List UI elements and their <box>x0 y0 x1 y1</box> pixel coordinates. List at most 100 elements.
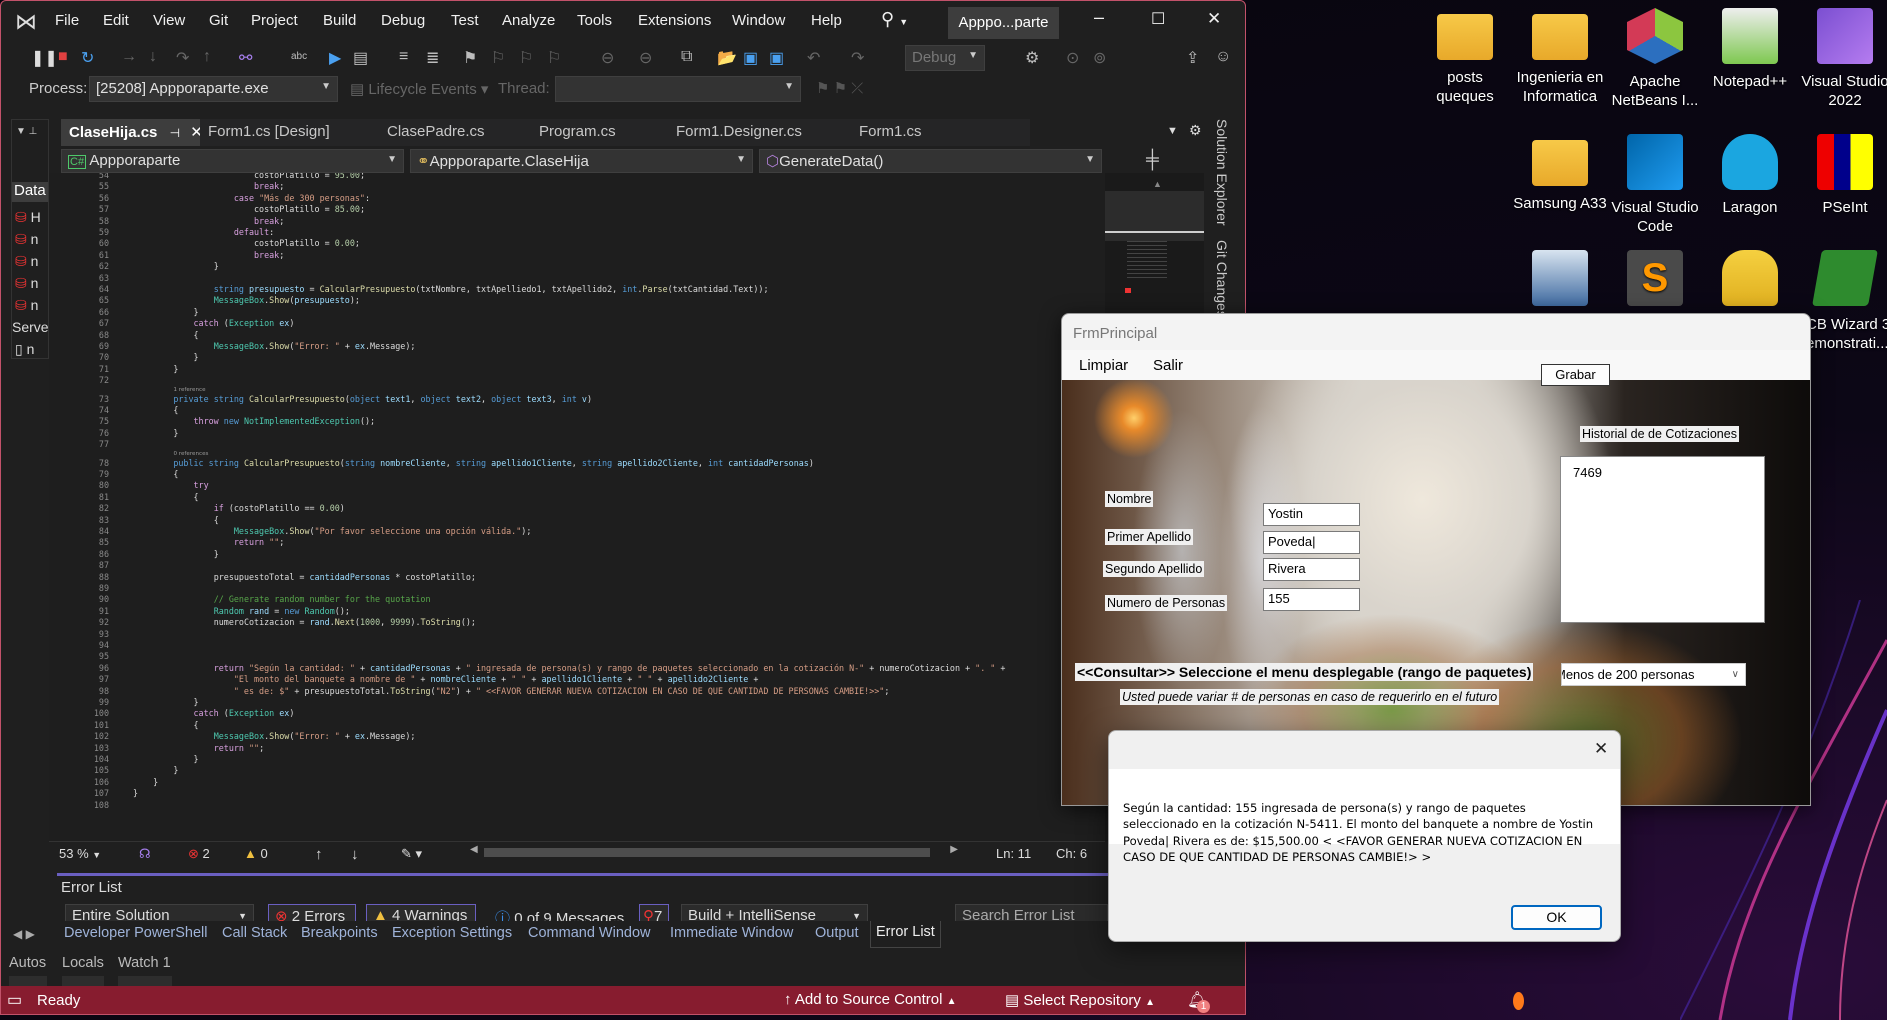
code-line[interactable]: 70 } <box>49 352 1105 363</box>
code-line[interactable]: 107} <box>49 788 1105 799</box>
code-line[interactable]: 71 } <box>49 364 1105 375</box>
code-line[interactable]: 58 break; <box>49 216 1105 227</box>
menu-view[interactable]: View <box>153 12 185 29</box>
member-dropdown[interactable]: ⬡GenerateData() ▼ <box>759 149 1102 173</box>
code-line[interactable]: 66 } <box>49 307 1105 318</box>
data-source-item[interactable]: ⛁ n <box>15 294 48 316</box>
primer-apellido-input[interactable]: Poveda| <box>1263 531 1360 554</box>
attach-icon[interactable]: ⊙ <box>1066 48 1079 68</box>
menu-build[interactable]: Build <box>323 12 356 29</box>
diagnostics-icon[interactable]: ⊚ <box>1093 48 1106 68</box>
tab-developer-powershell[interactable]: Developer PowerShell <box>64 925 207 941</box>
code-line[interactable]: 82 if (costoPlatillo == 0.00) <box>49 503 1105 514</box>
code-editor[interactable]: 54 costoPlatillo = 95.00; 55 break; 56 cas… <box>49 173 1105 841</box>
code-line[interactable]: 90 // Generate random number for the quo… <box>49 594 1105 605</box>
menu-salir[interactable]: Salir <box>1153 357 1183 374</box>
menu-window[interactable]: Window <box>732 12 785 29</box>
git-changes-tab[interactable]: Git Changes <box>1214 240 1230 318</box>
feedback-icon[interactable]: ☺ <box>1215 48 1231 66</box>
select-element-icon[interactable]: ▶ <box>329 48 341 68</box>
redo-icon[interactable]: ↷ <box>851 48 864 68</box>
step-out-icon[interactable]: ↑ <box>203 48 211 66</box>
code-lens-references[interactable]: 1 reference <box>173 387 205 394</box>
code-line[interactable]: 67 catch (Exception ex) <box>49 318 1105 329</box>
code-line[interactable]: 55 break; <box>49 181 1105 192</box>
code-line[interactable]: 108 <box>49 800 1105 811</box>
data-source-item[interactable]: ⛁ n <box>15 228 48 250</box>
menu-extensions[interactable]: Extensions <box>638 12 711 29</box>
restart-icon[interactable]: ↻ <box>81 48 94 68</box>
code-line[interactable]: 60 costoPlatillo = 0.00; <box>49 238 1105 249</box>
tab-command-window[interactable]: Command Window <box>528 925 651 941</box>
code-line[interactable]: 84 MessageBox.Show("Por favor seleccione… <box>49 526 1105 537</box>
tab-overflow-icon[interactable]: ▼ <box>1167 125 1178 137</box>
navigate-back-icon[interactable]: ⊖ <box>601 48 614 68</box>
undo-icon[interactable]: ↶ <box>807 48 820 68</box>
desktop-icon-visual-studio-2022[interactable]: Visual Studio 2022 <box>1797 8 1887 110</box>
numero-personas-input[interactable]: 155 <box>1263 588 1360 611</box>
code-line[interactable]: 56 case "Más de 300 personas": <box>49 193 1105 204</box>
code-line[interactable]: 94 <box>49 640 1105 651</box>
nombre-input[interactable]: Yostin <box>1263 503 1360 526</box>
tab-output[interactable]: Output <box>815 925 859 941</box>
tab-watch-1[interactable]: Watch 1 <box>118 955 171 971</box>
warning-count[interactable]: ▲ 0 <box>244 846 268 861</box>
share-icon[interactable]: ⇪ <box>1186 48 1199 68</box>
code-line[interactable]: 68 { <box>49 330 1105 341</box>
tab-form1[interactable]: Form1.cs <box>847 119 1030 146</box>
show-next-statement-icon[interactable]: → <box>121 48 137 66</box>
next-issue-icon[interactable]: ↓ <box>351 846 359 863</box>
code-line[interactable]: 103 return ""; <box>49 743 1105 754</box>
outdent-icon[interactable]: ≣ <box>426 48 439 68</box>
code-line[interactable]: 87 <box>49 560 1105 571</box>
solution-explorer-tab[interactable]: Solution Explorer <box>1214 119 1230 226</box>
desktop-icon-netbeans[interactable]: Apache NetBeans I... <box>1607 8 1703 110</box>
close-button[interactable]: ✕ <box>1207 9 1221 29</box>
tab-autos[interactable]: Autos <box>9 955 46 971</box>
scroll-up-icon[interactable]: ▲ <box>1153 179 1162 189</box>
hot-reload-icon[interactable]: ⚯ <box>239 48 252 68</box>
server-item[interactable]: ▯ n <box>15 338 48 360</box>
code-line[interactable]: 85 return ""; <box>49 537 1105 548</box>
desktop-icon-sublime[interactable]: S <box>1607 250 1703 314</box>
code-line[interactable]: 105 } <box>49 765 1105 776</box>
menu-analyze[interactable]: Analyze <box>502 12 555 29</box>
data-source-item[interactable]: ⛁ n <box>15 272 48 294</box>
code-line[interactable]: 61 break; <box>49 250 1105 261</box>
tab-scroll-arrows-icon[interactable]: ◀ ▶ <box>13 927 35 941</box>
tab-form1-design[interactable]: Form1.cs [Design] <box>200 119 377 146</box>
code-line[interactable]: 83 { <box>49 515 1105 526</box>
code-line[interactable]: 104 } <box>49 754 1105 765</box>
pin-icon[interactable]: ⊣ <box>170 126 180 140</box>
copilot-icon[interactable]: ☊ <box>139 846 151 862</box>
desktop-icon-virtualbox[interactable] <box>1512 250 1608 314</box>
code-line[interactable]: 98 " es de: $" + presupuestoTotal.ToStri… <box>49 686 1105 697</box>
code-cleanup-icon[interactable]: ✎ ▾ <box>401 846 422 862</box>
code-line[interactable]: 64 string presupuesto = CalcularPresupue… <box>49 284 1105 295</box>
split-editor-icon[interactable]: ╪ <box>1146 149 1159 170</box>
code-line[interactable]: 79 { <box>49 469 1105 480</box>
code-line[interactable]: 75 throw new NotImplementedException(); <box>49 416 1105 427</box>
tab-locals[interactable]: Locals <box>62 955 104 971</box>
code-line[interactable]: 62 } <box>49 261 1105 272</box>
thread-dropdown[interactable]: ▼ <box>555 76 801 102</box>
spell-check-icon[interactable]: abc <box>291 51 307 62</box>
select-repository-button[interactable]: ▤ Select Repository ▲ <box>1005 991 1155 1009</box>
project-dropdown[interactable]: C# Appporaparte ▼ <box>61 149 404 173</box>
tab-breakpoints[interactable]: Breakpoints <box>301 925 378 941</box>
code-line[interactable]: 92 numeroCotizacion = rand.Next(1000, 99… <box>49 617 1105 628</box>
flag-threads-icon[interactable]: ⚑ ⚑ ⤫ <box>816 79 863 97</box>
desktop-icon-samsung-a33[interactable]: Samsung A33 <box>1512 134 1608 213</box>
stop-icon[interactable]: ■ <box>58 48 68 66</box>
pause-icon[interactable]: ❚❚ <box>31 48 58 68</box>
navigate-forward-icon[interactable]: ⊖ <box>639 48 652 68</box>
segundo-apellido-input[interactable]: Rivera <box>1263 558 1360 581</box>
save-all-icon[interactable]: ▣ <box>769 48 784 68</box>
code-line[interactable]: 69 MessageBox.Show("Error: " + ex.Messag… <box>49 341 1105 352</box>
tab-error-list[interactable]: Error List <box>870 921 941 948</box>
menu-git[interactable]: Git <box>209 12 228 29</box>
code-line[interactable]: 73 private string CalcularPresupuesto(ob… <box>49 394 1105 405</box>
save-icon[interactable]: ▣ <box>743 48 758 68</box>
gear-icon[interactable]: ⚙ <box>1189 122 1202 139</box>
code-line[interactable]: 80 try <box>49 480 1105 491</box>
